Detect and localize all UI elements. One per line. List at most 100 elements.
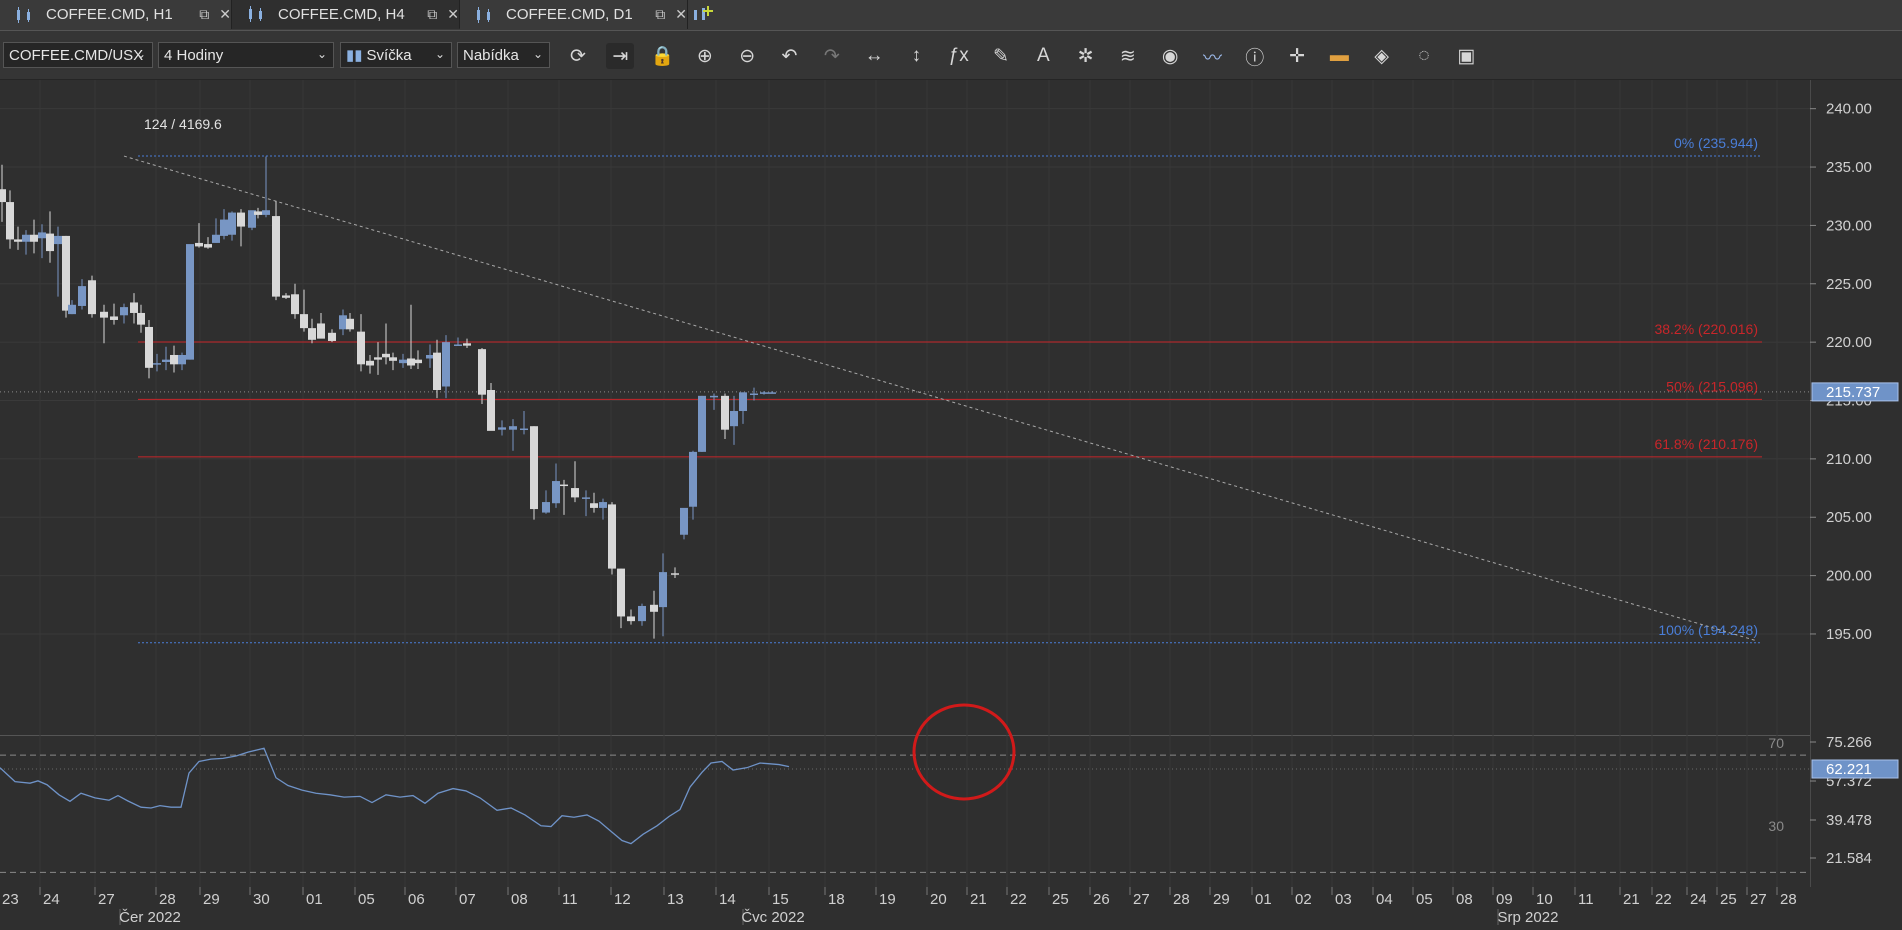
candle-body: [153, 363, 161, 365]
fib-level-label: 0% (235.944): [1674, 135, 1758, 151]
candle-body: [659, 572, 667, 608]
chart-area[interactable]: 0% (235.944) 38.2% (220.016) 50% (215.096)…: [0, 80, 1902, 890]
zoom-out-icon[interactable]: ⊖: [733, 43, 761, 69]
candle-body: [300, 314, 308, 329]
period-select[interactable]: 4 Hodiny ⌄: [158, 42, 334, 68]
time-tick-label: 19: [879, 891, 896, 908]
tab-coffee-h1[interactable]: COFFEE.CMD, H1 ⧉ ✕: [0, 0, 232, 29]
chevron-down-icon: ⌄: [434, 47, 445, 61]
price-side-select[interactable]: Nabídka ⌄: [457, 42, 550, 68]
time-tick-label: 27: [98, 891, 115, 908]
vertical-scale-icon[interactable]: ↕: [902, 43, 930, 69]
rsi-panel: [0, 735, 1810, 887]
time-tick-label: 13: [667, 891, 684, 908]
time-tick-label: 06: [408, 891, 425, 908]
lock-icon[interactable]: 🔒: [649, 43, 677, 69]
text-icon[interactable]: A: [1029, 43, 1057, 69]
save-icon[interactable]: ▣: [1452, 43, 1480, 69]
tab-coffee-d1[interactable]: COFFEE.CMD, D1 ⧉ ✕: [460, 0, 688, 29]
candle-body: [0, 189, 6, 203]
horizontal-scale-icon[interactable]: ↔: [860, 43, 888, 69]
price-chart[interactable]: 0% (235.944)38.2% (220.016)50% (215.096)…: [0, 80, 1902, 890]
paint-bucket-icon[interactable]: ◈: [1368, 43, 1396, 69]
info-icon[interactable]: ⓘ: [1241, 43, 1269, 69]
candle-body: [520, 428, 528, 431]
reset-icon[interactable]: ◌: [1410, 43, 1438, 69]
candlestick-icon: [17, 6, 30, 23]
candle-body: [730, 411, 738, 427]
layers-icon[interactable]: ≋: [1114, 43, 1142, 69]
candle-body: [366, 360, 374, 366]
time-tick-label: 21: [970, 891, 987, 908]
candle-body: [170, 354, 178, 365]
candle-body: [608, 504, 616, 569]
zoom-in-icon[interactable]: ⊕: [691, 43, 719, 69]
time-tick-label: 21: [1623, 891, 1640, 908]
candle-body: [162, 359, 170, 362]
candle-body: [382, 353, 390, 358]
time-axis[interactable]: 23 24 27 28 29 30 01 05 06 07 08 11 12 13 14 15 18 19 20 21…: [0, 887, 1902, 926]
price-tick-label: 195.00: [1826, 626, 1872, 643]
time-tick-label: 02: [1295, 891, 1312, 908]
candle-body: [328, 332, 336, 341]
candle-body: [487, 390, 495, 431]
candle-body: [54, 235, 62, 245]
chart-type-select[interactable]: ▮▮ Svíčka ⌄: [340, 42, 452, 68]
time-tick-label: 29: [1213, 891, 1230, 908]
color-bar-icon[interactable]: ▬: [1325, 43, 1353, 69]
price-tick-label: 200.00: [1826, 568, 1872, 585]
candle-body: [14, 239, 22, 242]
time-tick-label: 27: [1133, 891, 1150, 908]
crosshair-icon[interactable]: ✛: [1283, 43, 1311, 69]
undo-icon[interactable]: ↶: [776, 43, 804, 69]
candle-body: [671, 573, 679, 575]
candle-body: [120, 307, 128, 316]
rsi-tick-label: 75.266: [1826, 734, 1872, 751]
shift-icon[interactable]: ⇥: [606, 43, 635, 69]
time-tick-label: 12: [614, 891, 631, 908]
candle-body: [442, 342, 450, 387]
add-chart-icon[interactable]: [690, 4, 716, 26]
indicators-icon[interactable]: ƒx: [945, 43, 973, 69]
drawing-tools-icon[interactable]: ✲: [1072, 43, 1100, 69]
price-side-value: Nabídka: [463, 46, 519, 64]
refresh-icon[interactable]: ⟳: [564, 43, 592, 69]
tab-coffee-h4[interactable]: COFFEE.CMD, H4 ⧉ ✕: [232, 0, 460, 29]
candle-body: [88, 280, 96, 315]
candle-body: [542, 502, 550, 513]
compare-icon[interactable]: 〰: [1199, 43, 1227, 69]
eye-icon[interactable]: ◉: [1156, 43, 1184, 69]
popout-icon[interactable]: ⧉: [427, 6, 437, 23]
rsi-axis[interactable]: 75.26657.37239.47821.58462.221: [1810, 734, 1899, 867]
candle-body: [552, 481, 560, 504]
close-icon[interactable]: ✕: [675, 6, 687, 23]
toolbar: COFFEE.CMD/USX ⌄ 4 Hodiny ⌄ ▮▮ Svíčka ⌄ Nabí…: [0, 31, 1902, 80]
candle-body: [228, 212, 236, 235]
popout-icon[interactable]: ⧉: [655, 6, 665, 23]
price-axis[interactable]: 240.00235.00230.00225.00220.00215.00210.…: [1810, 101, 1899, 643]
instrument-select[interactable]: COFFEE.CMD/USX ⌄: [3, 42, 153, 68]
time-tick-label: 30: [253, 891, 270, 908]
chevron-down-icon: ⌄: [532, 47, 543, 61]
candle-body: [6, 202, 14, 240]
pencil-icon[interactable]: ✎: [987, 43, 1015, 69]
candle-body: [454, 344, 462, 346]
popout-icon[interactable]: ⧉: [199, 6, 209, 23]
candle-body: [78, 286, 86, 306]
redo-icon[interactable]: ↷: [818, 43, 846, 69]
price-tick-label: 210.00: [1826, 451, 1872, 468]
close-icon[interactable]: ✕: [447, 6, 459, 23]
candle-body: [689, 451, 697, 507]
rsi-upper-label: 70: [1768, 735, 1784, 751]
candle-body: [463, 343, 471, 346]
candle-body: [750, 393, 758, 396]
price-tick-label: 240.00: [1826, 101, 1872, 118]
close-icon[interactable]: ✕: [219, 6, 231, 23]
fib-level-label: 61.8% (210.176): [1654, 436, 1758, 452]
candlestick-icon: ▮▮: [346, 47, 363, 64]
candle-body: [582, 497, 590, 499]
tab-bar: COFFEE.CMD, H1 ⧉ ✕ COFFEE.CMD, H4 ⧉ ✕ CO…: [0, 0, 1902, 31]
candle-body: [22, 234, 30, 242]
price-tick-label: 230.00: [1826, 217, 1872, 234]
fib-level-label: 100% (194.248): [1658, 622, 1758, 638]
